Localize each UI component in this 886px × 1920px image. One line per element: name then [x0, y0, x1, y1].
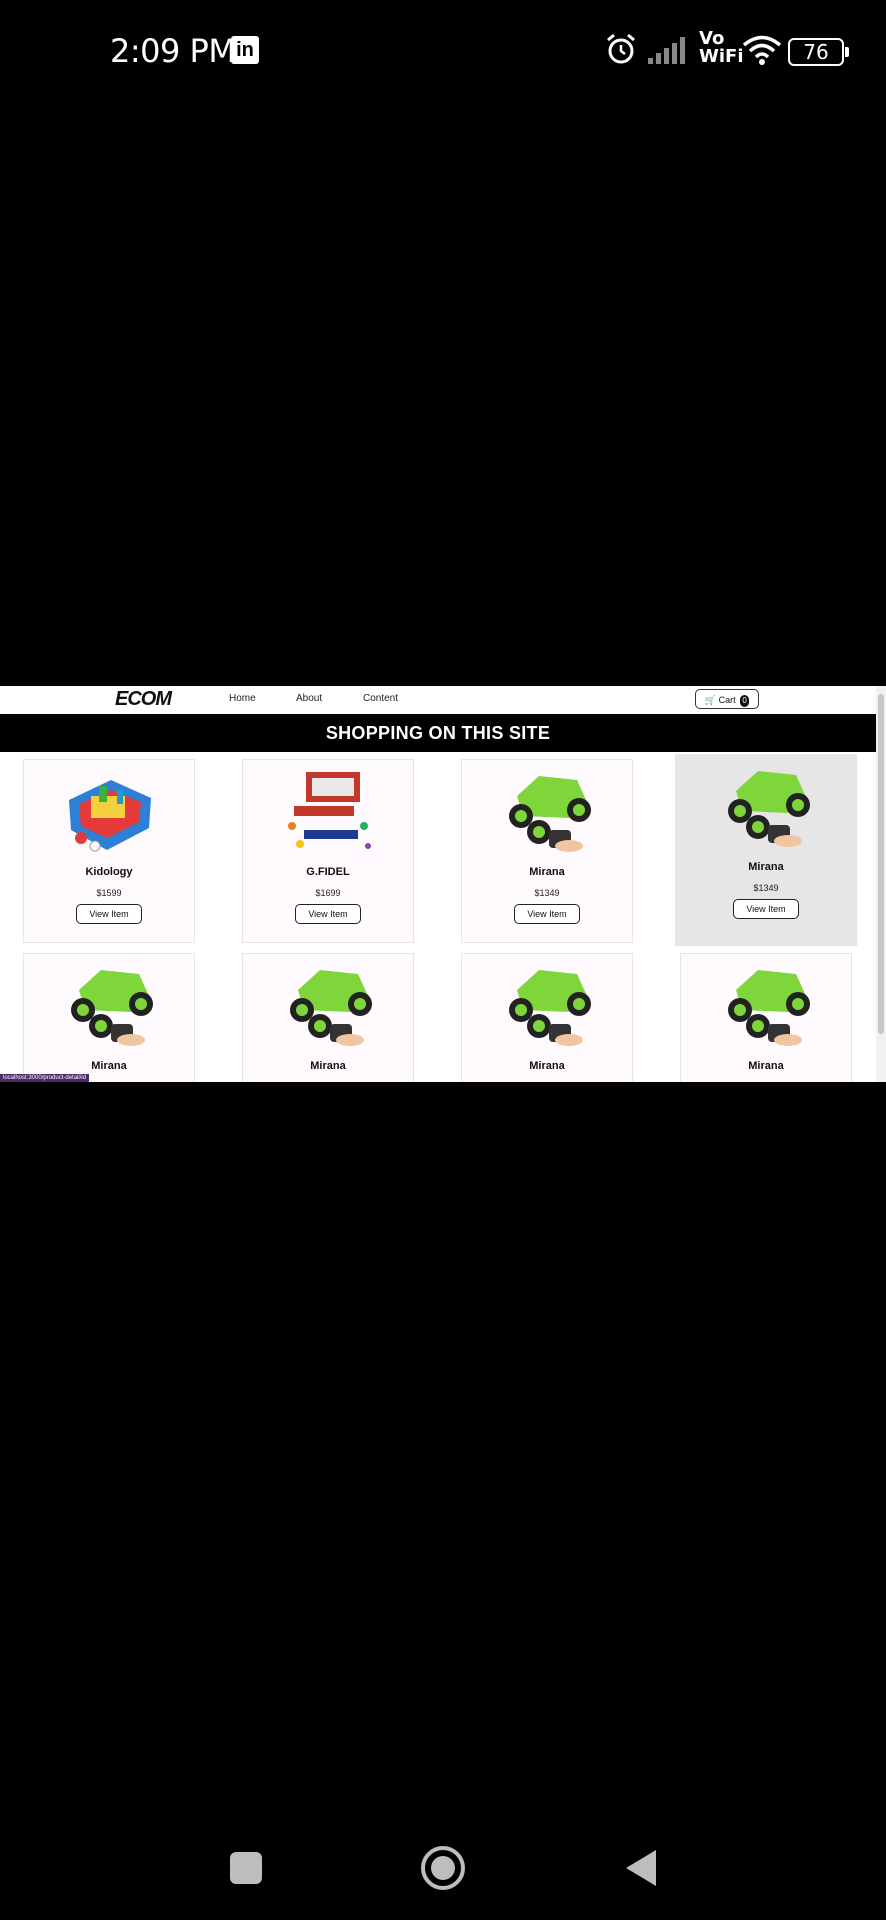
alarm-icon: [607, 33, 635, 64]
product-name: Mirana: [529, 866, 565, 878]
view-item-button[interactable]: View Item: [295, 904, 361, 924]
wifi-icon: [742, 35, 782, 65]
rc-car-icon: [509, 776, 591, 852]
page-banner: SHOPPING ON THIS SITE: [0, 714, 876, 752]
nav-about-link[interactable]: About: [296, 693, 322, 704]
recents-button-icon[interactable]: [228, 1850, 264, 1886]
status-bar: 2:09 PM in Vo WiFi 76: [0, 0, 886, 100]
product-name: G.FIDEL: [306, 866, 350, 878]
web-page: ECOM Home About Content 🛒 Cart 0 SHOPPIN…: [0, 686, 886, 1082]
product-card[interactable]: Mirana: [23, 953, 195, 1082]
system-navigation-bar: [0, 1820, 886, 1920]
cart-icon: 🛒: [704, 695, 717, 705]
rc-car-icon: [290, 970, 372, 1046]
battery-indicator: 76: [788, 38, 849, 66]
rc-car-icon: [728, 970, 810, 1046]
product-card[interactable]: Mirana: [680, 953, 852, 1082]
product-name: Mirana: [748, 861, 784, 873]
back-button-icon[interactable]: [622, 1848, 658, 1888]
product-name: Kidology: [85, 866, 133, 878]
product-card[interactable]: G.FIDEL $1699 View Item: [242, 759, 414, 943]
product-price: $1349: [534, 888, 560, 898]
nav-home-link[interactable]: Home: [229, 693, 256, 704]
nav-content-link[interactable]: Content: [363, 693, 398, 704]
view-item-button[interactable]: View Item: [514, 904, 580, 924]
track-playset-icon: [69, 780, 151, 852]
signal-icon: [648, 37, 685, 64]
product-name: Mirana: [310, 1060, 346, 1072]
product-name: Mirana: [748, 1060, 784, 1072]
site-logo[interactable]: ECOM: [115, 688, 172, 711]
rc-car-icon: [509, 970, 591, 1046]
product-card[interactable]: Mirana: [461, 953, 633, 1082]
toy-truck-set-icon: [288, 772, 371, 849]
cart-button[interactable]: 🛒 Cart 0: [695, 689, 759, 709]
vowifi-indicator: Vo WiFi: [699, 30, 744, 66]
status-time: 2:09 PM: [110, 32, 236, 70]
scrollbar-thumb[interactable]: [878, 694, 884, 1034]
view-item-button[interactable]: View Item: [76, 904, 142, 924]
page-scrollbar[interactable]: [876, 686, 886, 1082]
product-price: $1349: [753, 883, 779, 893]
view-item-button[interactable]: View Item: [733, 899, 799, 919]
product-price: $1699: [315, 888, 341, 898]
product-price: $1599: [96, 888, 122, 898]
product-card[interactable]: Kidology $1599 View Item: [23, 759, 195, 943]
product-card[interactable]: Mirana $1349 View Item: [675, 754, 857, 946]
rc-car-icon: [728, 771, 810, 847]
cart-count-badge: 0: [740, 694, 750, 707]
link-status-url: localhost:3000/product-detail/id: [0, 1074, 90, 1082]
product-name: Mirana: [529, 1060, 565, 1072]
product-card[interactable]: Mirana $1349 View Item: [461, 759, 633, 943]
linkedin-icon: in: [231, 36, 259, 64]
product-name: Mirana: [91, 1060, 127, 1072]
cart-label: Cart: [718, 695, 736, 705]
vowifi-label-wifi: WiFi: [699, 46, 744, 67]
site-navbar: ECOM Home About Content 🛒 Cart 0: [0, 686, 876, 714]
home-button-icon[interactable]: [419, 1844, 467, 1892]
product-card[interactable]: Mirana: [242, 953, 414, 1082]
status-icons: Vo WiFi 76: [586, 30, 886, 74]
rc-car-icon: [71, 970, 153, 1046]
